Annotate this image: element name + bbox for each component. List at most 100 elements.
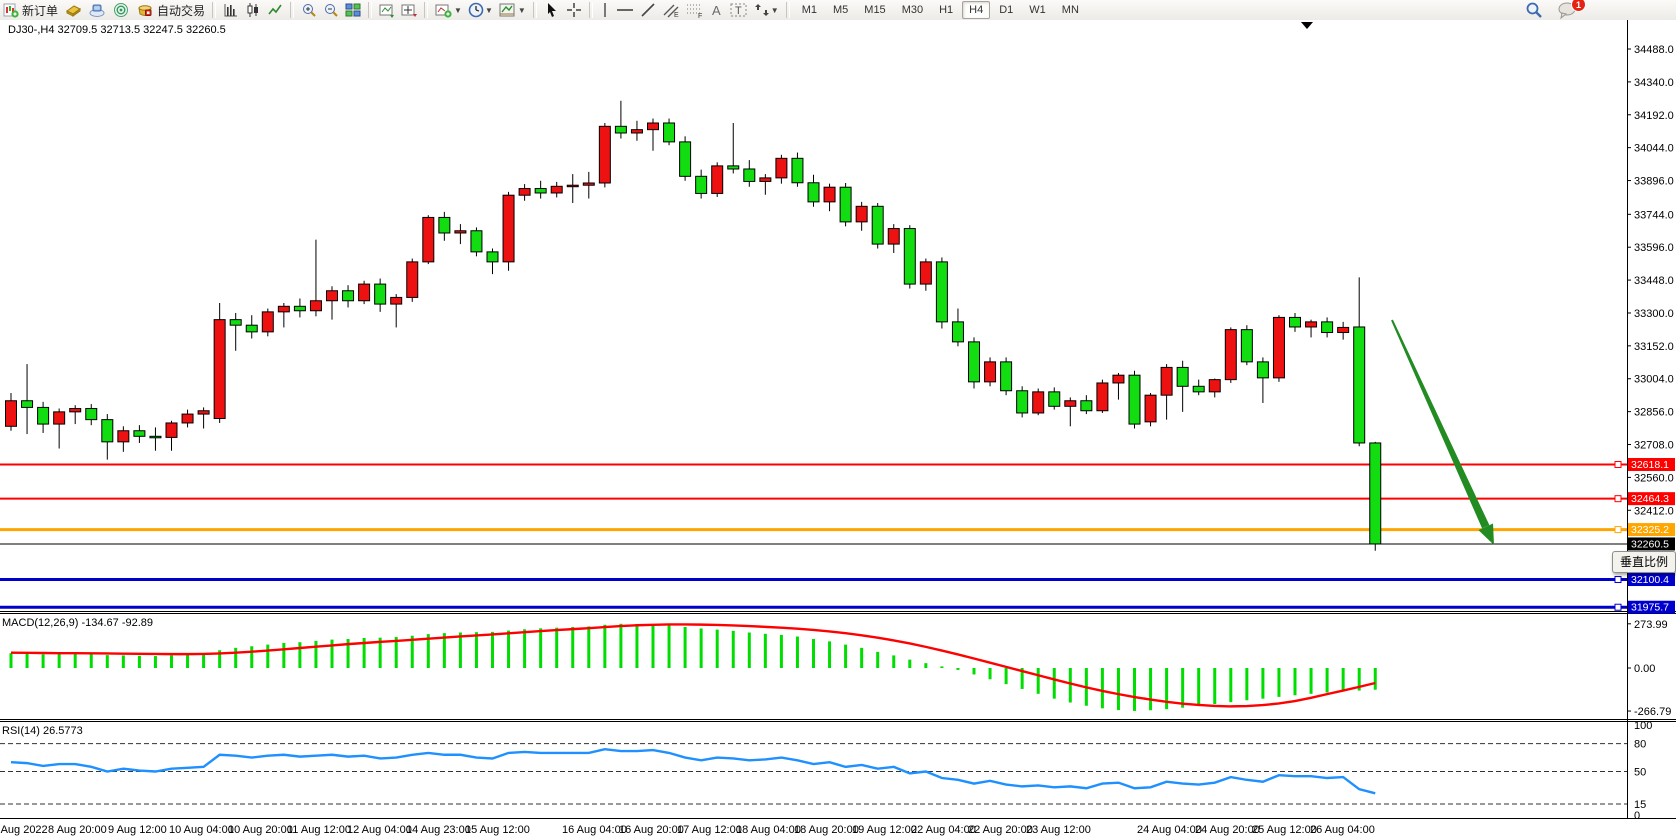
candle [487, 252, 498, 262]
chart-svg[interactable]: 34488.034340.034192.034044.033896.033744… [0, 20, 1676, 837]
zoom-out-icon [323, 2, 339, 18]
macd-signal-line [11, 624, 1375, 706]
rsi-label: RSI(14) 26.5773 [2, 725, 83, 737]
timeframe-H1[interactable]: H1 [932, 1, 960, 19]
trend-arrow-annotation[interactable] [1391, 320, 1494, 545]
zoom-out-button[interactable] [320, 1, 342, 19]
arrows-tool-button[interactable]: ▼ [751, 1, 782, 19]
timeframe-H4[interactable]: H4 [962, 1, 990, 19]
arrange-charts-button[interactable] [376, 1, 398, 19]
zoom-in-icon [301, 2, 317, 18]
candle [230, 320, 241, 326]
chevron-down-icon: ▼ [518, 6, 526, 15]
h-line-handle [1615, 461, 1621, 467]
zoom-in-button[interactable] [298, 1, 320, 19]
candle [680, 142, 691, 176]
trendline-icon [640, 2, 656, 18]
cursor-tool-button[interactable] [541, 1, 563, 19]
label-tool-button[interactable]: T [727, 1, 751, 19]
candle [407, 262, 418, 298]
community-button[interactable] [85, 1, 109, 19]
autotrading-button[interactable]: 自动交易 [133, 1, 208, 19]
candle [38, 407, 49, 424]
align-chart-button[interactable] [398, 1, 420, 19]
time-tick-label: 18 Aug 04:00 [736, 824, 801, 836]
trendline-tool-button[interactable] [637, 1, 659, 19]
time-tick-label: 22 Aug 20:00 [968, 824, 1033, 836]
text-tool-button[interactable]: A [707, 1, 727, 19]
time-tick-label: 18 Aug 20:00 [794, 824, 859, 836]
h-line-handle [1615, 496, 1621, 502]
candle [1209, 380, 1220, 392]
candle [70, 409, 81, 412]
candle [888, 229, 899, 245]
horizontal-lines[interactable] [0, 461, 1627, 610]
timeframe-M15[interactable]: M15 [857, 1, 892, 19]
timeframe-group: M1M5M15M30H1H4D1W1MN [794, 0, 1087, 20]
arrows-icon [754, 2, 770, 18]
toolbar-separator [589, 2, 593, 18]
macd-axis-label: 273.99 [1634, 619, 1668, 631]
candle [1370, 443, 1381, 544]
horizontal-line-tool-button[interactable] [613, 1, 637, 19]
indicators-button[interactable]: ▼ [432, 1, 465, 19]
time-tick-label: 9 Aug 12:00 [108, 824, 167, 836]
timeframe-MN[interactable]: MN [1055, 1, 1086, 19]
candle [1065, 401, 1076, 407]
signals-button[interactable] [109, 1, 133, 19]
templates-button[interactable]: ▼ [496, 1, 529, 19]
gold-bar-icon [64, 2, 82, 18]
new-order-button[interactable]: 新订单 [0, 1, 61, 19]
chart-canvas[interactable]: 34488.034340.034192.034044.033896.033744… [0, 20, 1676, 837]
time-tick-label: 8 Aug 2022 [0, 824, 48, 836]
candle [246, 325, 257, 332]
candlestick-chart-icon [245, 2, 261, 18]
candle [792, 158, 803, 182]
crosshair-tool-button[interactable] [563, 1, 585, 19]
text-icon: A [710, 2, 724, 18]
candle [1033, 392, 1044, 413]
h-line-handle [1615, 527, 1621, 533]
candlestick-chart-button[interactable] [242, 1, 264, 19]
candle [439, 217, 450, 233]
candle [920, 262, 931, 284]
fibonacci-tool-button[interactable]: F [683, 1, 707, 19]
candle [1354, 327, 1365, 443]
bar-chart-button[interactable] [220, 1, 242, 19]
candle [583, 183, 594, 185]
candle [310, 301, 321, 311]
tile-windows-button[interactable] [342, 1, 364, 19]
new-order-icon [3, 2, 19, 18]
candle [776, 158, 787, 178]
price-tick-label: 34488.0 [1634, 44, 1674, 56]
search-button[interactable] [1522, 1, 1546, 19]
candle [1241, 330, 1252, 362]
candle [1306, 322, 1317, 327]
candle [824, 187, 835, 202]
channel-icon: E [662, 2, 680, 18]
timeframe-M1[interactable]: M1 [795, 1, 824, 19]
timeframe-M5[interactable]: M5 [826, 1, 855, 19]
timeframe-W1[interactable]: W1 [1022, 1, 1053, 19]
price-tick-label: 32412.0 [1634, 505, 1674, 517]
horizontal-line-icon [616, 2, 634, 18]
timeframe-M30[interactable]: M30 [895, 1, 930, 19]
candle [1177, 367, 1188, 386]
vertical-line-icon [600, 2, 610, 18]
notifications-button[interactable]: 1 [1554, 1, 1580, 19]
periods-button[interactable]: ▼ [465, 1, 496, 19]
timeframe-D1[interactable]: D1 [992, 1, 1020, 19]
candle [696, 176, 707, 193]
chart-shift-marker[interactable] [1301, 22, 1313, 29]
cursor-icon [544, 2, 560, 18]
market-watch-button[interactable] [61, 1, 85, 19]
line-chart-button[interactable] [264, 1, 286, 19]
rsi-axis-label: 0 [1634, 810, 1640, 822]
autotrading-icon [136, 2, 154, 18]
price-tick-label: 33744.0 [1634, 209, 1674, 221]
candle [728, 166, 739, 169]
rsi-axis-label: 50 [1634, 767, 1646, 779]
channel-tool-button[interactable]: E [659, 1, 683, 19]
time-axis: 8 Aug 20228 Aug 20:009 Aug 12:0010 Aug 0… [0, 824, 1375, 836]
vertical-line-tool-button[interactable] [597, 1, 613, 19]
